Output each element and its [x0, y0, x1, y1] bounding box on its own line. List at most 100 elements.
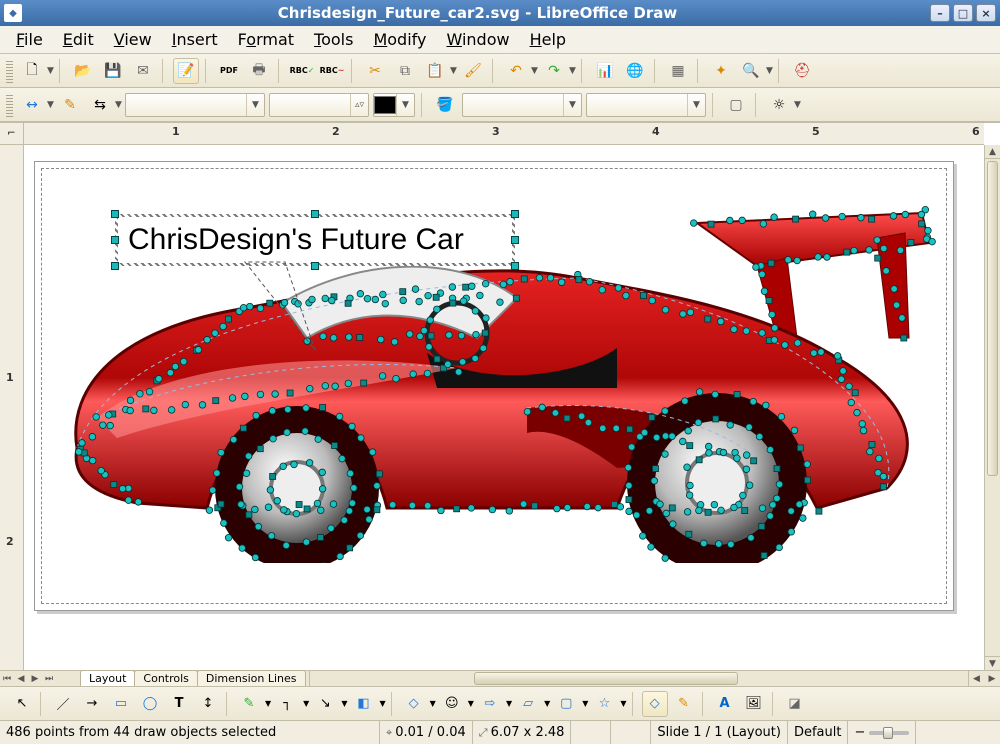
menu-help[interactable]: Help: [520, 27, 576, 52]
resize-handle-nw[interactable]: [111, 210, 119, 218]
resize-handle-e[interactable]: [511, 236, 519, 244]
menu-modify[interactable]: Modify: [363, 27, 436, 52]
chevron-down-icon[interactable]: ▼: [563, 94, 581, 116]
menu-file[interactable]: File: [6, 27, 53, 52]
tab-layout[interactable]: Layout: [80, 670, 135, 686]
3d-tool[interactable]: ◧: [350, 691, 376, 717]
fontwork-button[interactable]: A: [712, 691, 738, 717]
resize-handle-s[interactable]: [311, 262, 319, 270]
status-signature[interactable]: [611, 721, 651, 744]
drawing-canvas[interactable]: ChrisDesign's Future Car: [24, 145, 984, 670]
ellipse-tool[interactable]: ◯: [137, 691, 163, 717]
scroll-down-button[interactable]: ▼: [985, 656, 1000, 670]
ruler-corner[interactable]: ⌐: [0, 123, 24, 145]
hyperlink-button[interactable]: 🌐: [622, 58, 648, 84]
line-width-combo[interactable]: ▵▿: [269, 93, 369, 117]
menu-view[interactable]: View: [104, 27, 162, 52]
resize-handle-w[interactable]: [111, 236, 119, 244]
save-button[interactable]: 💾: [100, 58, 126, 84]
redo-button[interactable]: ↷: [541, 58, 567, 84]
close-button[interactable]: ×: [976, 4, 996, 22]
resize-handle-ne[interactable]: [511, 210, 519, 218]
horizontal-ruler[interactable]: 1 2 3 4 5 6: [24, 123, 984, 145]
email-button[interactable]: ✉: [130, 58, 156, 84]
zoom-out-icon[interactable]: −: [854, 725, 865, 740]
undo-button[interactable]: ↶: [503, 58, 529, 84]
scroll-up-button[interactable]: ▲: [985, 145, 1000, 159]
zoom-slider[interactable]: −: [848, 721, 916, 744]
autospell-button[interactable]: RBC~: [319, 58, 345, 84]
curve-tool[interactable]: ✎: [236, 691, 262, 717]
from-file-button[interactable]: 🖼: [741, 691, 767, 717]
navigator-button[interactable]: ✦: [708, 58, 734, 84]
toolbar-grip[interactable]: [6, 93, 13, 117]
new-doc-button[interactable]: 🗋: [19, 58, 45, 84]
chevron-down-icon[interactable]: ▼: [687, 94, 705, 116]
callout-tool[interactable]: ▢: [553, 691, 579, 717]
vertical-scrollbar[interactable]: ▲ ▼: [984, 145, 1000, 670]
pencil-button[interactable]: ✎: [57, 92, 83, 118]
arrow-style-button[interactable]: ↔: [19, 92, 45, 118]
open-button[interactable]: 📂: [70, 58, 96, 84]
chevron-down-icon[interactable]: ▼: [246, 94, 264, 116]
toolbar-grip[interactable]: [6, 59, 13, 83]
grid-button[interactable]: ▦: [665, 58, 691, 84]
scroll-thumb[interactable]: [987, 161, 998, 476]
paste-button[interactable]: 📋: [422, 58, 448, 84]
shadow-button[interactable]: ▢: [723, 92, 749, 118]
tab-last-button[interactable]: ⏭: [42, 671, 56, 686]
flowchart-tool[interactable]: ▱: [515, 691, 541, 717]
scroll-left-button[interactable]: ◀: [968, 671, 984, 686]
tab-first-button[interactable]: ⏮: [0, 671, 14, 686]
paint-bucket-button[interactable]: 🪣: [432, 92, 458, 118]
rectangle-tool[interactable]: ▭: [108, 691, 134, 717]
spellcheck-button[interactable]: RBC✓: [289, 58, 315, 84]
maximize-button[interactable]: □: [953, 4, 973, 22]
stars-tool[interactable]: ☆: [591, 691, 617, 717]
text-tool[interactable]: T: [166, 691, 192, 717]
text-callout[interactable]: ChrisDesign's Future Car: [115, 214, 515, 266]
status-layer[interactable]: Default: [788, 721, 849, 744]
menu-tools[interactable]: Tools: [304, 27, 363, 52]
select-tool[interactable]: ↖: [9, 691, 35, 717]
resize-handle-sw[interactable]: [111, 262, 119, 270]
vtext-tool[interactable]: ↕: [195, 691, 221, 717]
arrow-line-tool[interactable]: →: [79, 691, 105, 717]
menu-window[interactable]: Window: [436, 27, 519, 52]
export-pdf-button[interactable]: PDF: [216, 58, 242, 84]
horizontal-scrollbar[interactable]: [309, 671, 968, 686]
edit-points-button[interactable]: ◇: [642, 691, 668, 717]
help-button[interactable]: ⛑: [789, 58, 815, 84]
line-style-combo[interactable]: ▼: [125, 93, 265, 117]
area-style-combo[interactable]: ▼: [462, 93, 582, 117]
line-tool[interactable]: ／: [50, 691, 76, 717]
line-color-combo[interactable]: ▼: [373, 93, 415, 117]
connector-tool[interactable]: ┐: [274, 691, 300, 717]
symbol-shapes-tool[interactable]: ☺: [439, 691, 465, 717]
menu-insert[interactable]: Insert: [162, 27, 228, 52]
status-slide[interactable]: Slide 1 / 1 (Layout): [651, 721, 788, 744]
spinner-icon[interactable]: ▵▿: [350, 94, 368, 116]
chevron-down-icon[interactable]: ▼: [396, 94, 414, 116]
basic-shapes-tool[interactable]: ◇: [401, 691, 427, 717]
resize-handle-n[interactable]: [311, 210, 319, 218]
zoom-knob[interactable]: [883, 727, 893, 739]
tab-prev-button[interactable]: ◀: [14, 671, 28, 686]
tab-controls[interactable]: Controls: [134, 670, 198, 686]
block-arrows-tool[interactable]: ⇨: [477, 691, 503, 717]
effects-button[interactable]: ☼: [766, 92, 792, 118]
glue-points-button[interactable]: ✎: [671, 691, 697, 717]
lines-arrows-tool[interactable]: ↘: [312, 691, 338, 717]
zoom-button[interactable]: 🔍: [738, 58, 764, 84]
vertical-ruler[interactable]: 1 2: [0, 145, 24, 670]
line-endings-button[interactable]: ⇆: [87, 92, 113, 118]
scroll-thumb[interactable]: [474, 672, 737, 685]
resize-handle-se[interactable]: [511, 262, 519, 270]
format-paintbrush-button[interactable]: 🖌: [460, 58, 486, 84]
print-button[interactable]: 🖶: [246, 58, 272, 84]
area-color-combo[interactable]: ▼: [586, 93, 706, 117]
minimize-button[interactable]: –: [930, 4, 950, 22]
tab-dimension-lines[interactable]: Dimension Lines: [197, 670, 306, 686]
menu-format[interactable]: Format: [228, 27, 304, 52]
cut-button[interactable]: ✂: [362, 58, 388, 84]
